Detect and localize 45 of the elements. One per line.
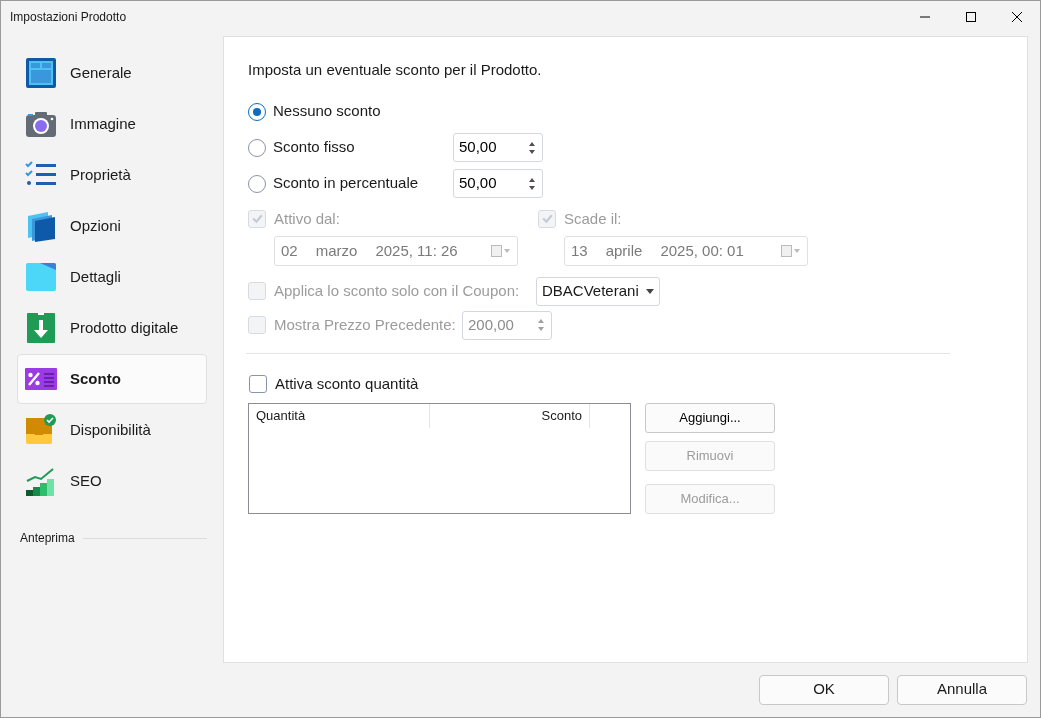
checkbox-label: Attivo dal: bbox=[274, 208, 340, 229]
radio-label: Nessuno sconto bbox=[273, 101, 381, 122]
sidebar-item[interactable]: Opzioni bbox=[17, 201, 207, 251]
sidebar-item[interactable]: Prodotto digitale bbox=[17, 303, 207, 353]
sidebar-item[interactable]: SEO bbox=[17, 456, 207, 506]
column-header[interactable]: Quantità bbox=[249, 403, 430, 428]
checkmark-icon bbox=[250, 212, 264, 226]
download-icon bbox=[25, 312, 57, 344]
dialog-button[interactable]: Annulla bbox=[897, 674, 1027, 705]
number-field[interactable]: 50,00 bbox=[453, 133, 543, 162]
radio-button[interactable] bbox=[248, 174, 266, 193]
checkbox-label: Mostra Prezzo Precedente: bbox=[274, 314, 456, 335]
spin-arrows-icon bbox=[528, 176, 536, 191]
column-header[interactable]: Sconto bbox=[430, 403, 590, 428]
checkbox-label: Applica lo sconto solo con il Coupon: bbox=[274, 280, 520, 301]
calendar-icon bbox=[781, 245, 801, 257]
section-label: Anteprima bbox=[20, 530, 75, 547]
checkmark-icon bbox=[540, 212, 554, 226]
checkbox[interactable] bbox=[249, 375, 267, 394]
window-title: Impostazioni Prodotto bbox=[10, 9, 127, 26]
checkbox-label: Scade il: bbox=[564, 208, 622, 229]
spin-arrows-icon bbox=[537, 318, 545, 332]
spin-arrows-icon bbox=[528, 140, 536, 155]
calendar-icon bbox=[491, 245, 511, 257]
sidebar-item[interactable]: Sconto bbox=[17, 354, 207, 404]
radio-button[interactable] bbox=[248, 102, 266, 121]
inbox-check-icon bbox=[25, 414, 57, 446]
action-button[interactable]: Aggiungi... bbox=[645, 402, 775, 433]
radio-label: Sconto in percentuale bbox=[273, 173, 419, 194]
sidebar-item[interactable]: Proprietà bbox=[17, 150, 207, 200]
radio-label: Sconto fisso bbox=[273, 137, 355, 158]
layers-icon bbox=[25, 210, 57, 242]
folder-icon bbox=[25, 261, 57, 293]
growth-chart-icon bbox=[25, 465, 57, 497]
panel-heading: Imposta un eventuale sconto per il Prodotto. bbox=[248, 60, 543, 80]
radio-button[interactable] bbox=[248, 138, 266, 157]
sidebar-item[interactable]: Disponibilità bbox=[17, 405, 207, 455]
caret-icon bbox=[646, 288, 654, 294]
dialog-button[interactable]: OK bbox=[759, 674, 889, 705]
number-field[interactable]: 50,00 bbox=[453, 169, 543, 198]
sidebar-item[interactable]: Immagine bbox=[17, 99, 207, 149]
checkbox-label: Attiva sconto quantità bbox=[275, 374, 419, 394]
sidebar-item[interactable]: Dettagli bbox=[17, 252, 207, 302]
sidebar-item[interactable]: Generale bbox=[17, 48, 207, 98]
layout-icon bbox=[25, 57, 57, 89]
